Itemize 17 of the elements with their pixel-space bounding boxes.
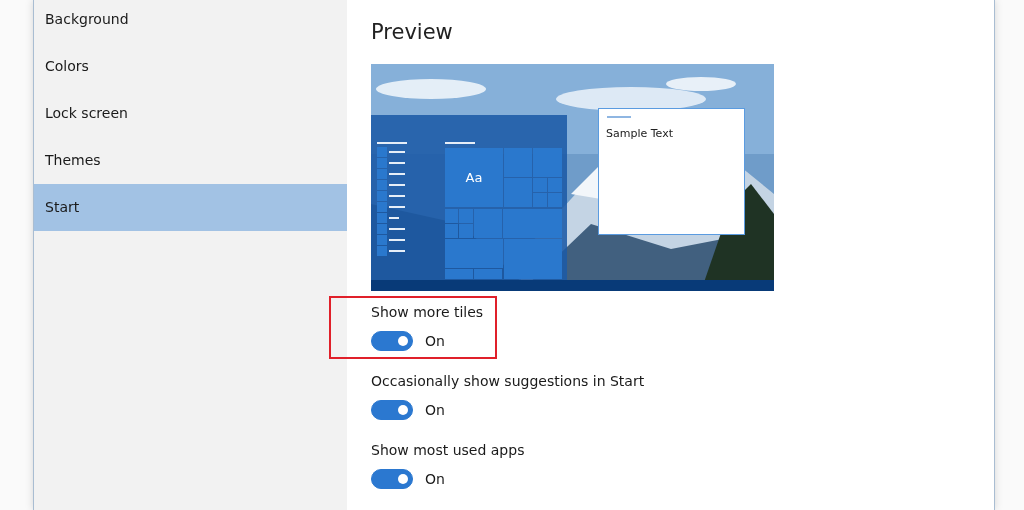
sidebar-item[interactable]: Start bbox=[34, 184, 347, 231]
toggle-switch[interactable] bbox=[371, 400, 413, 420]
sidebar-item[interactable]: Background bbox=[34, 0, 347, 43]
setting-label: Show more tiles bbox=[371, 303, 485, 322]
toggle-switch[interactable] bbox=[371, 469, 413, 489]
sidebar-item[interactable]: Lock screen bbox=[34, 90, 347, 137]
sample-text: Sample Text bbox=[606, 127, 674, 140]
sidebar-item[interactable]: Themes bbox=[34, 137, 347, 184]
sidebar-item[interactable]: Colors bbox=[34, 43, 347, 90]
toggle-state: On bbox=[425, 471, 445, 487]
tile-label: Aa bbox=[465, 170, 483, 185]
section-heading: Preview bbox=[371, 19, 454, 46]
setting-label: Show most used apps bbox=[371, 441, 526, 460]
setting-label: Occasionally show suggestions in Start bbox=[371, 372, 646, 391]
toggle-state: On bbox=[425, 402, 445, 418]
toggle-switch[interactable] bbox=[371, 331, 413, 351]
toggle-state: On bbox=[425, 333, 445, 349]
